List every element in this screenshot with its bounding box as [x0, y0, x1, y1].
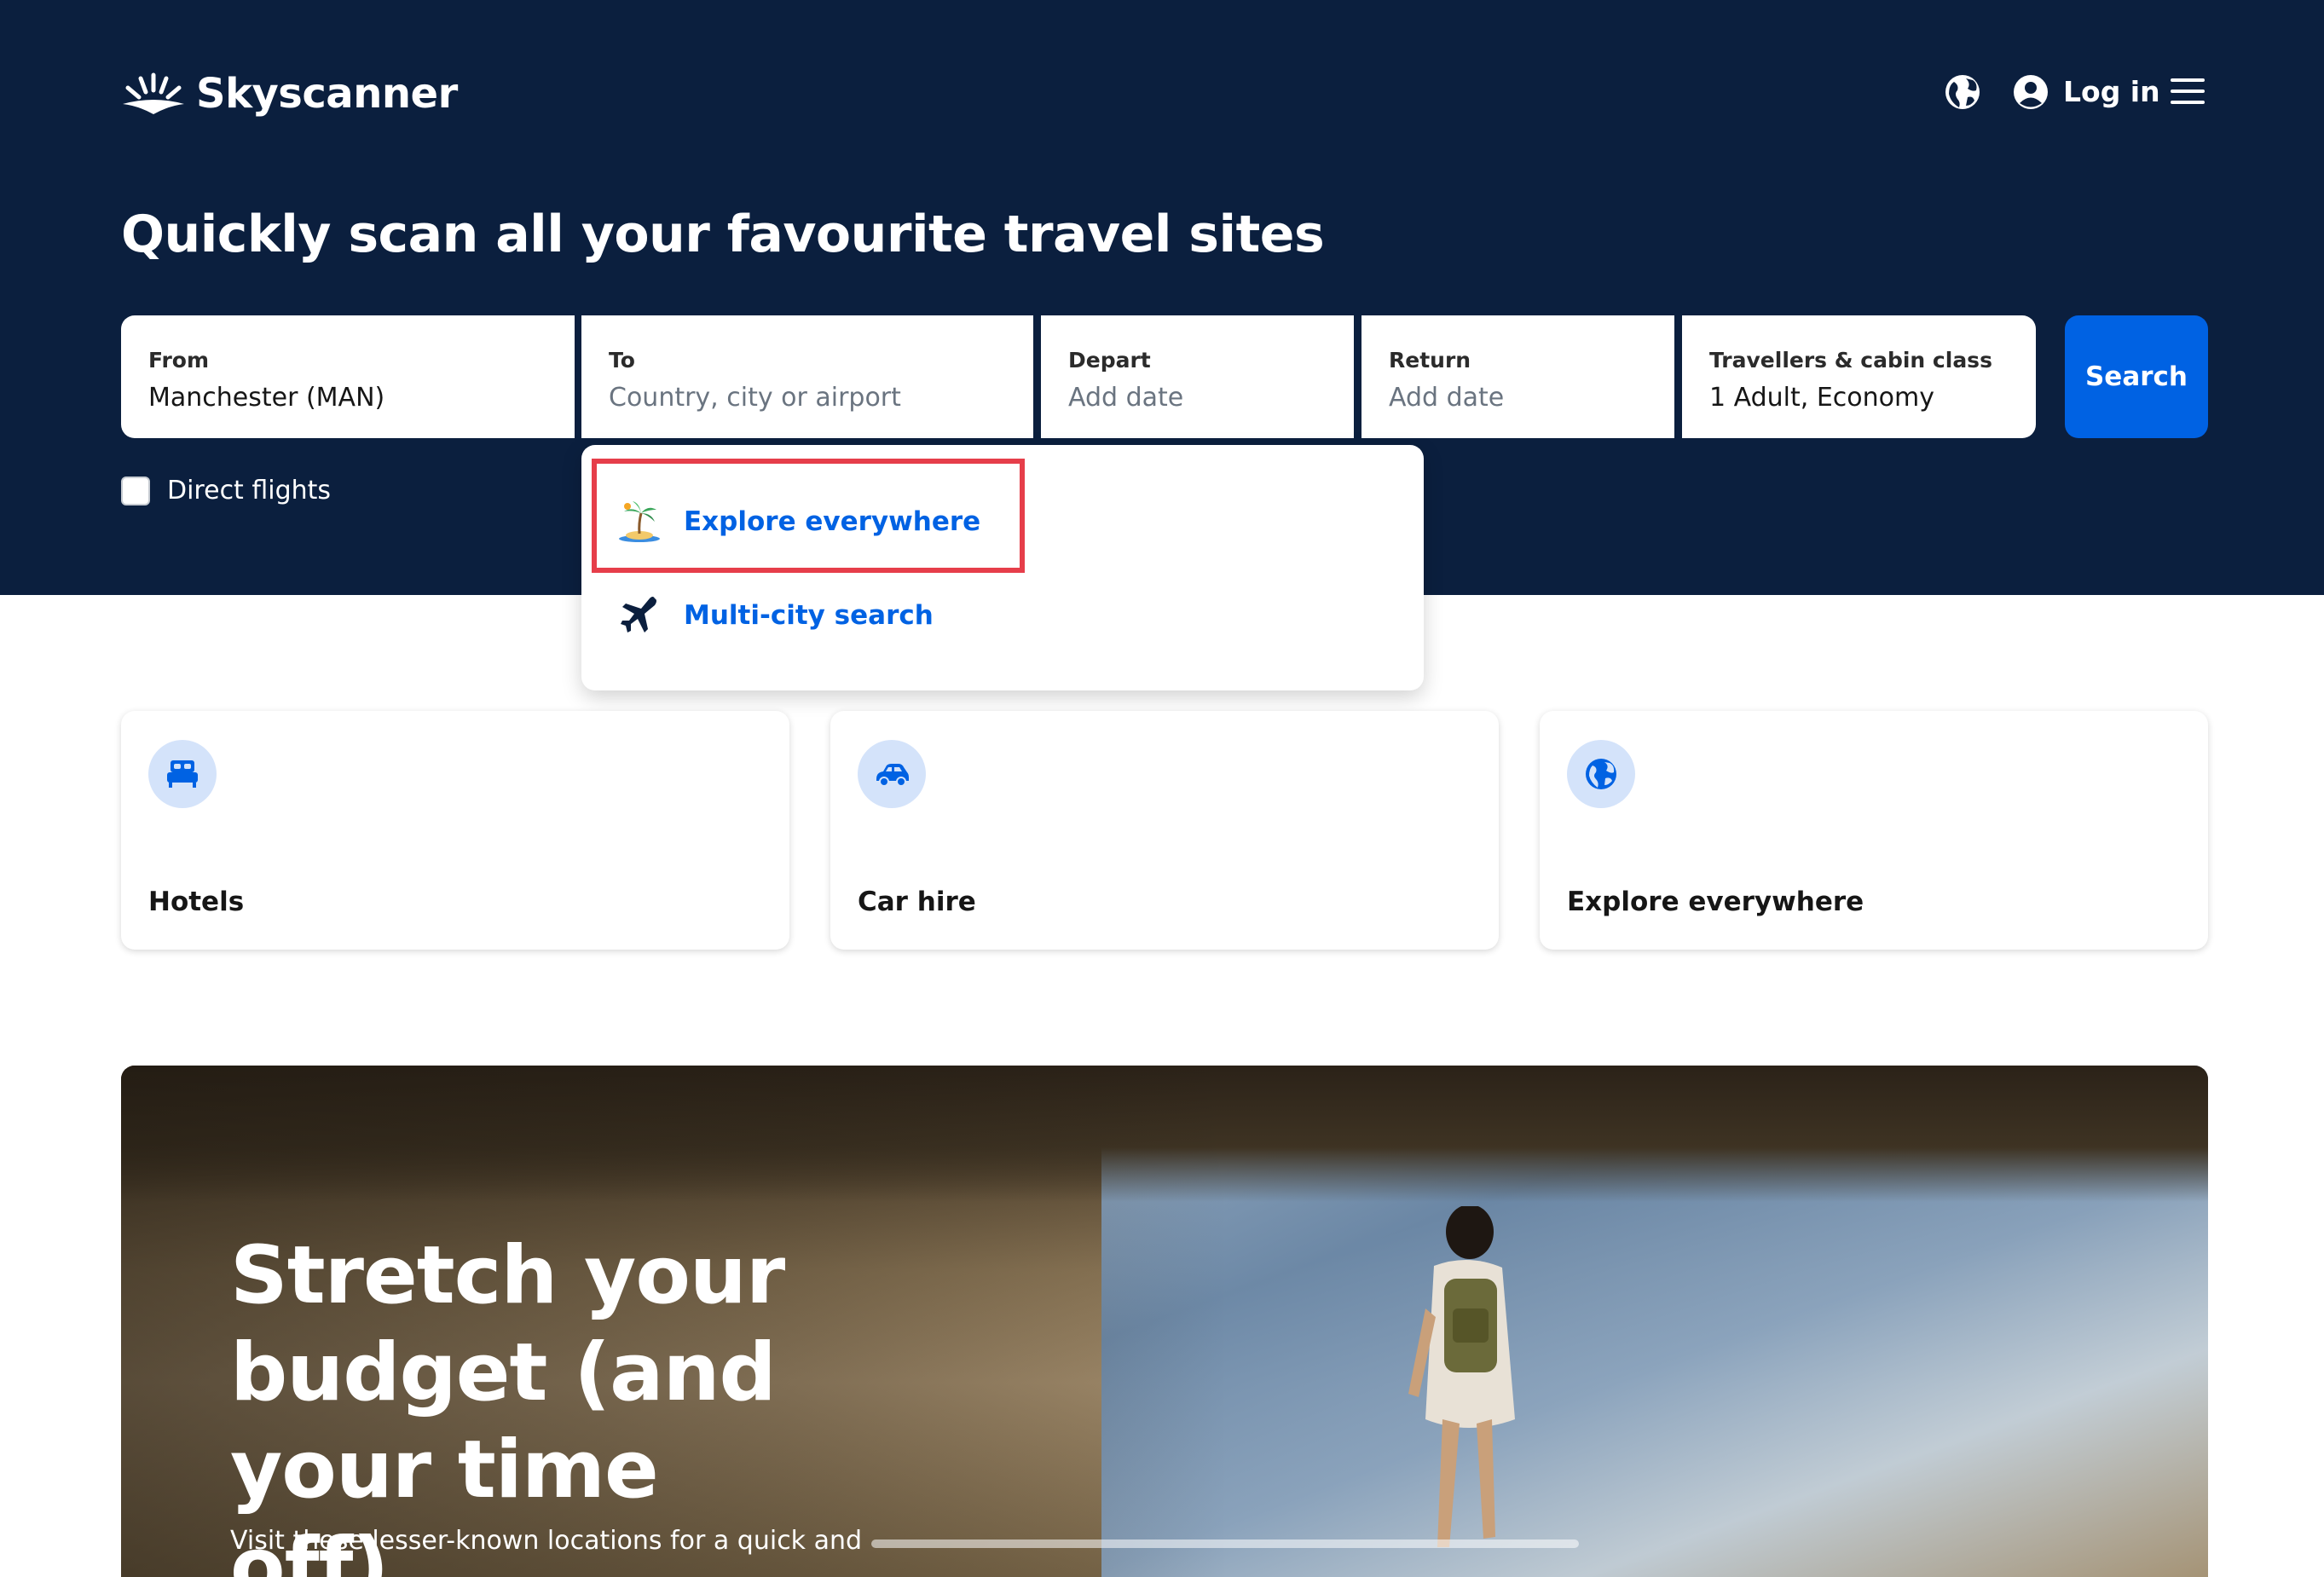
direct-flights-checkbox[interactable] — [121, 476, 150, 505]
travellers-label: Travellers & cabin class — [1709, 348, 1992, 373]
from-label: From — [148, 348, 210, 373]
direct-flights-option[interactable]: Direct flights — [121, 476, 331, 505]
explore-everywhere-title: Explore everywhere — [1567, 887, 1864, 917]
globe-icon[interactable] — [1944, 73, 1981, 111]
promo-subtitle: Visit these lesser-known locations for a… — [230, 1526, 863, 1556]
explore-everywhere-label: Explore everywhere — [684, 506, 981, 537]
dropdown-item-explore-everywhere[interactable]: Explore everywhere — [617, 500, 980, 544]
direct-flights-label: Direct flights — [167, 476, 332, 505]
hotels-icon-circle — [148, 740, 217, 808]
car-hire-icon-circle — [858, 740, 926, 808]
return-field[interactable]: Return Add date — [1361, 315, 1674, 438]
login-link[interactable]: Log in — [2063, 73, 2160, 111]
menu-icon[interactable] — [2171, 77, 2205, 106]
destination-dropdown: Explore everywhere Multi-city search — [581, 445, 1424, 690]
hotels-card[interactable]: Hotels — [121, 711, 789, 950]
travellers-value: 1 Adult, Economy — [1709, 383, 1934, 413]
palm-island-icon — [619, 501, 660, 542]
globe-icon — [1586, 759, 1616, 789]
car-hire-card[interactable]: Car hire — [830, 711, 1499, 950]
skyscanner-logo[interactable]: Skyscanner — [121, 70, 458, 118]
promo-banner[interactable]: Stretch your budget (and your time off) … — [121, 1066, 2208, 1577]
to-label: To — [609, 348, 635, 373]
car-icon — [876, 764, 909, 787]
search-button[interactable]: Search — [2065, 315, 2208, 438]
user-icon[interactable] — [2012, 73, 2049, 111]
explore-everywhere-card[interactable]: Explore everywhere — [1540, 711, 2208, 950]
sunburst-logo-icon — [123, 72, 184, 114]
to-field[interactable]: To Country, city or airport — [581, 315, 1033, 438]
logo-text: Skyscanner — [196, 70, 458, 118]
return-value: Add date — [1389, 383, 1505, 413]
multi-city-label: Multi-city search — [684, 600, 934, 631]
from-value: Manchester (MAN) — [148, 383, 385, 413]
bed-icon — [167, 760, 198, 788]
travellers-field[interactable]: Travellers & cabin class 1 Adult, Econom… — [1682, 315, 2036, 438]
depart-label: Depart — [1068, 348, 1151, 373]
dropdown-item-multi-city[interactable]: Multi-city search — [617, 593, 934, 638]
woman-walking-image — [1408, 1206, 1515, 1547]
hotels-title: Hotels — [148, 887, 245, 917]
depart-value: Add date — [1068, 383, 1184, 413]
from-field[interactable]: From Manchester (MAN) — [121, 315, 575, 438]
promo-title: Stretch your budget (and your time off) — [230, 1229, 785, 1577]
plane-icon — [621, 597, 656, 633]
to-input[interactable]: Country, city or airport — [609, 383, 1008, 413]
page-headline: Quickly scan all your favourite travel s… — [121, 205, 1325, 264]
explore-icon-circle — [1567, 740, 1635, 808]
carousel-progress-bar — [871, 1539, 1579, 1548]
car-hire-title: Car hire — [858, 887, 976, 917]
depart-field[interactable]: Depart Add date — [1041, 315, 1354, 438]
return-label: Return — [1389, 348, 1471, 373]
